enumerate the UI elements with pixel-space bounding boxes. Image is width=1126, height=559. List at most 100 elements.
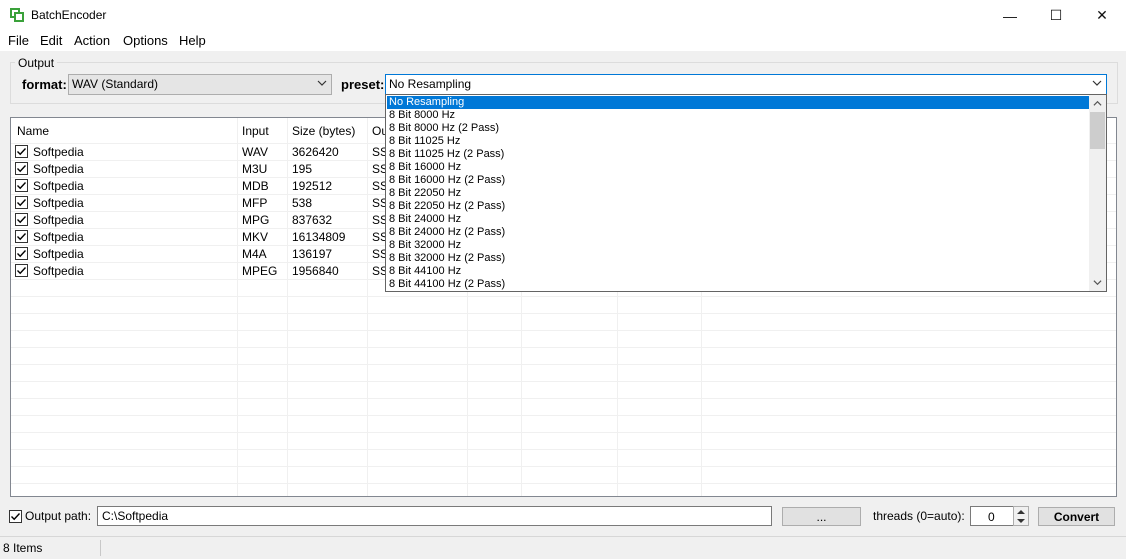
row-checkbox[interactable]	[15, 264, 28, 277]
preset-option[interactable]: 8 Bit 22050 Hz	[387, 187, 1090, 200]
threads-spinner[interactable]	[1013, 506, 1029, 526]
checkmark-icon	[17, 233, 27, 241]
menu-bar: File Edit Action Options Help	[0, 31, 1126, 51]
cell-input: MDB	[242, 179, 269, 193]
cell-input: MKV	[242, 230, 269, 244]
column-header-size[interactable]: Size (bytes)	[292, 124, 355, 138]
title-bar: BatchEncoder — ☐ ✕	[0, 0, 1126, 31]
preset-option[interactable]: 8 Bit 44100 Hz (2 Pass)	[387, 278, 1090, 291]
status-divider	[100, 540, 101, 556]
cell-name: Softpedia	[33, 230, 84, 244]
row-grid-line	[11, 483, 1116, 484]
cell-size: 837632	[292, 213, 333, 227]
chevron-up-icon[interactable]	[1093, 99, 1102, 108]
preset-dropdown-list[interactable]: No Resampling 8 Bit 8000 Hz 8 Bit 8000 Hz …	[385, 94, 1107, 292]
preset-option[interactable]: 8 Bit 16000 Hz (2 Pass)	[387, 174, 1090, 187]
row-checkbox[interactable]	[15, 196, 28, 209]
row-grid-line	[11, 449, 1116, 450]
row-checkbox[interactable]	[15, 145, 28, 158]
checkmark-icon	[17, 267, 27, 275]
row-grid-line	[11, 330, 1116, 331]
row-grid-line	[11, 313, 1116, 314]
cell-input: MPG	[242, 213, 270, 227]
column-header-input[interactable]: Input	[242, 124, 269, 138]
row-grid-line	[11, 415, 1116, 416]
chevron-down-icon[interactable]	[1093, 278, 1102, 287]
cell-size: 16134809	[292, 230, 346, 244]
chevron-down-icon	[317, 80, 327, 86]
preset-option[interactable]: 8 Bit 8000 Hz	[387, 109, 1090, 122]
cell-input: MFP	[242, 196, 268, 210]
menu-edit[interactable]: Edit	[40, 33, 62, 48]
cell-name: Softpedia	[33, 162, 84, 176]
checkmark-icon	[17, 199, 27, 207]
cell-size: 3626420	[292, 145, 339, 159]
row-checkbox[interactable]	[15, 247, 28, 260]
cell-size: 136197	[292, 247, 333, 261]
dropdown-scrollbar[interactable]	[1089, 95, 1106, 291]
cell-name: Softpedia	[33, 196, 84, 210]
maximize-button[interactable]: ☐	[1033, 0, 1079, 31]
format-label: format:	[22, 77, 67, 92]
spin-up-icon[interactable]	[1017, 509, 1025, 515]
status-bar: 8 Items	[0, 536, 1126, 559]
convert-button[interactable]: Convert	[1038, 507, 1115, 526]
preset-option[interactable]: No Resampling	[387, 96, 1090, 109]
checkmark-icon	[17, 182, 27, 190]
preset-option[interactable]: 8 Bit 22050 Hz (2 Pass)	[387, 200, 1090, 213]
cell-input: M3U	[242, 162, 268, 176]
cell-input: M4A	[242, 247, 267, 261]
app-icon	[10, 8, 24, 22]
preset-option[interactable]: 8 Bit 16000 Hz	[387, 161, 1090, 174]
row-checkbox[interactable]	[15, 213, 28, 226]
row-grid-line	[11, 466, 1116, 467]
preset-option[interactable]: 8 Bit 8000 Hz (2 Pass)	[387, 122, 1090, 135]
preset-value: No Resampling	[389, 77, 472, 91]
cell-input: WAV	[242, 145, 268, 159]
cell-size: 538	[292, 196, 313, 210]
cell-name: Softpedia	[33, 145, 84, 159]
preset-combo[interactable]: No Resampling	[385, 74, 1107, 95]
preset-option[interactable]: 8 Bit 11025 Hz (2 Pass)	[387, 148, 1090, 161]
close-button[interactable]: ✕	[1079, 0, 1125, 31]
menu-file[interactable]: File	[8, 33, 29, 48]
output-path-label: Output path:	[25, 509, 92, 523]
browse-button[interactable]: ...	[782, 507, 861, 526]
menu-help[interactable]: Help	[179, 33, 206, 48]
cell-size: 195	[292, 162, 313, 176]
threads-label: threads (0=auto):	[873, 509, 965, 523]
row-checkbox[interactable]	[15, 179, 28, 192]
minimize-button[interactable]: —	[987, 0, 1033, 31]
preset-option[interactable]: 8 Bit 44100 Hz	[387, 265, 1090, 278]
status-items-count: 8 Items	[3, 541, 43, 555]
preset-option[interactable]: 8 Bit 24000 Hz	[387, 213, 1090, 226]
preset-option[interactable]: 8 Bit 11025 Hz	[387, 135, 1090, 148]
row-checkbox[interactable]	[15, 162, 28, 175]
row-grid-line	[11, 432, 1116, 433]
window-title: BatchEncoder	[31, 8, 107, 22]
threads-value: 0	[988, 510, 995, 524]
row-grid-line	[11, 398, 1116, 399]
preset-option[interactable]: 8 Bit 32000 Hz	[387, 239, 1090, 252]
output-path-checkbox[interactable]	[9, 510, 22, 523]
preset-option[interactable]: 8 Bit 24000 Hz (2 Pass)	[387, 226, 1090, 239]
format-combo[interactable]: WAV (Standard)	[68, 74, 332, 95]
scrollbar-thumb[interactable]	[1090, 112, 1105, 149]
output-path-input[interactable]: C:\Softpedia	[97, 506, 772, 526]
row-grid-line	[11, 296, 1116, 297]
cell-size: 192512	[292, 179, 333, 193]
column-header-name[interactable]: Name	[17, 124, 49, 138]
row-checkbox[interactable]	[15, 230, 28, 243]
spin-down-icon[interactable]	[1017, 518, 1025, 524]
row-grid-line	[11, 364, 1116, 365]
checkmark-icon	[17, 216, 27, 224]
menu-action[interactable]: Action	[74, 33, 110, 48]
chevron-down-icon	[1092, 80, 1102, 86]
preset-option[interactable]: 8 Bit 32000 Hz (2 Pass)	[387, 252, 1090, 265]
menu-options[interactable]: Options	[123, 33, 168, 48]
cell-size: 1956840	[292, 264, 339, 278]
threads-input[interactable]: 0	[970, 506, 1015, 526]
row-grid-line	[11, 381, 1116, 382]
checkmark-icon	[17, 165, 27, 173]
cell-name: Softpedia	[33, 179, 84, 193]
